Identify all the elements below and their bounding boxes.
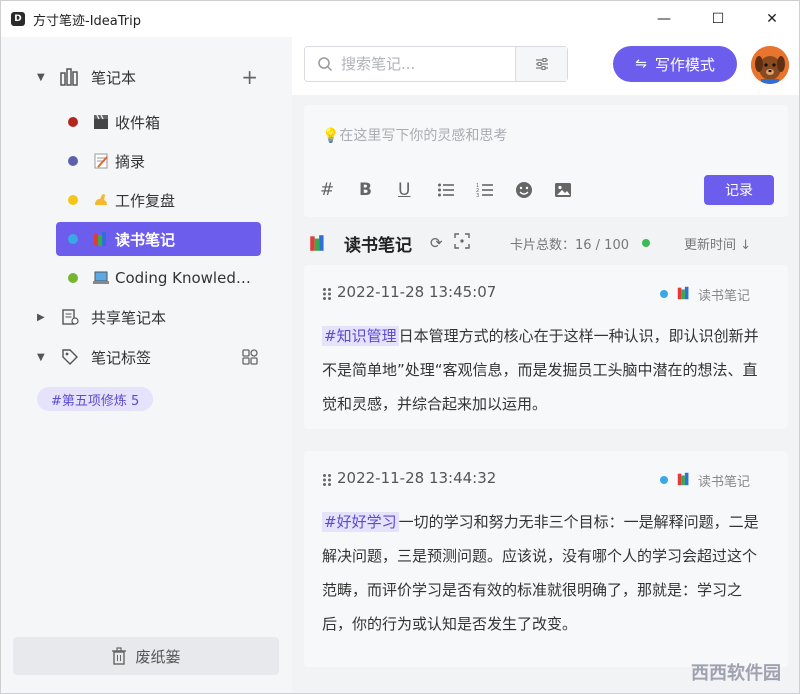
- tag-chip[interactable]: #第五项修炼 5: [37, 387, 154, 411]
- quick-note-editor[interactable]: 💡在这里写下你的灵感和思考 # B U 123 记录: [304, 105, 788, 217]
- refresh-icon[interactable]: ⟳: [430, 234, 443, 252]
- editor-placeholder[interactable]: 💡在这里写下你的灵感和思考: [322, 125, 507, 145]
- trash-label: 废纸篓: [135, 647, 181, 666]
- tags-label: 笔记标签: [91, 348, 152, 367]
- card-tag[interactable]: #知识管理: [322, 326, 399, 346]
- app-logo-icon: D: [11, 12, 25, 26]
- drag-handle-icon[interactable]: [322, 287, 332, 301]
- switch-arrows-icon: ⇋: [635, 56, 647, 72]
- notebook-header: 读书笔记 ⟳ 卡片总数：16 / 100 更新时间 ↓: [304, 223, 788, 263]
- underline-icon[interactable]: U: [398, 175, 437, 205]
- caret-right-icon[interactable]: ▶: [37, 312, 45, 323]
- notebook-label: 工作复盘: [115, 191, 176, 210]
- dog-avatar-icon: [751, 46, 789, 84]
- card-count: 卡片总数：16 / 100: [510, 237, 629, 253]
- notebook-color-dot: [660, 290, 668, 298]
- numbered-list-icon[interactable]: 123: [476, 175, 515, 205]
- drag-handle-icon[interactable]: [322, 473, 332, 487]
- notebook-item-excerpts[interactable]: 摘录: [56, 144, 261, 178]
- editor-toolbar: # B U 123: [320, 175, 593, 205]
- notebook-label: Coding Knowledge: [115, 269, 253, 287]
- card-tag[interactable]: #好好学习: [322, 512, 399, 532]
- title-bar: D 方寸笔迹-IdeaTrip — ☐ ✕: [1, 1, 799, 37]
- notebook-label: 收件箱: [115, 113, 161, 132]
- color-dot: [68, 156, 78, 166]
- svg-text:3: 3: [476, 193, 479, 198]
- color-dot: [68, 234, 78, 244]
- emoji-icon[interactable]: [515, 175, 554, 205]
- shared-notebooks-row[interactable]: ▶ 共享笔记本: [1, 300, 292, 334]
- books-icon: [677, 472, 689, 486]
- shared-notebook-icon: [59, 307, 81, 327]
- minimize-button[interactable]: —: [637, 1, 691, 37]
- card-content: #好好学习 一切的学习和努力无非三个目标：一是解释问题，二是解决问题，三是预测问题…: [322, 505, 768, 641]
- color-dot: [68, 273, 78, 283]
- search-input[interactable]: [341, 55, 501, 73]
- add-notebook-icon[interactable]: +: [241, 65, 258, 89]
- tags-section-header[interactable]: ▼ 笔记标签: [1, 340, 292, 374]
- sort-dropdown[interactable]: 更新时间 ↓: [684, 234, 751, 253]
- notebook-item-inbox[interactable]: 收件箱: [56, 105, 261, 139]
- tag-icon: [59, 347, 81, 367]
- image-icon[interactable]: [554, 175, 593, 205]
- caret-down-icon[interactable]: ▼: [37, 72, 45, 83]
- watermark: 西西软件园: [691, 663, 781, 684]
- expand-icon[interactable]: [454, 233, 470, 253]
- hashtag-icon[interactable]: #: [320, 175, 359, 205]
- books-icon: [677, 286, 689, 300]
- notebooks-section-header[interactable]: ▼ 笔记本 +: [1, 60, 292, 94]
- caret-down-icon[interactable]: ▼: [37, 352, 45, 363]
- card-timestamp: 2022-11-28 13:45:07: [337, 283, 497, 301]
- trash-icon: [112, 647, 127, 665]
- write-mode-button[interactable]: ⇋ 写作模式: [613, 46, 737, 82]
- notebook-color-dot: [660, 476, 668, 484]
- record-button[interactable]: 记录: [704, 175, 774, 205]
- trash-button[interactable]: 废纸篓: [13, 637, 279, 675]
- memo-icon: [94, 153, 108, 169]
- laptop-icon: [93, 271, 109, 284]
- notebook-item-coding-knowledge[interactable]: Coding Knowledge: [56, 261, 261, 295]
- tags-grid-icon[interactable]: [242, 349, 258, 365]
- flexed-arm-icon: [95, 194, 107, 205]
- card-timestamp: 2022-11-28 13:44:32: [337, 469, 497, 487]
- avatar[interactable]: [751, 46, 789, 84]
- bookshelf-icon: [59, 67, 81, 87]
- maximize-button[interactable]: ☐: [691, 1, 745, 37]
- search-icon: [318, 57, 333, 72]
- color-dot: [68, 195, 78, 205]
- card-notebook-label[interactable]: 读书笔记: [698, 285, 750, 304]
- notebook-label: 读书笔记: [115, 230, 176, 249]
- bullet-list-icon[interactable]: [437, 175, 476, 205]
- search-box: [304, 46, 568, 82]
- color-dot: [68, 117, 78, 127]
- card-notebook-label[interactable]: 读书笔记: [698, 471, 750, 490]
- sidebar: ▼ 笔记本 + 收件箱 摘录 工作复盘 读书笔记 Coding Knowledg…: [1, 37, 292, 693]
- notebook-label: 摘录: [115, 152, 146, 171]
- notebooks-label: 笔记本: [91, 68, 137, 87]
- close-button[interactable]: ✕: [745, 1, 799, 37]
- filter-button[interactable]: [515, 47, 567, 81]
- notebook-item-reading-notes[interactable]: 读书笔记: [56, 222, 261, 256]
- write-mode-label: 写作模式: [654, 55, 715, 74]
- books-icon: [310, 235, 324, 251]
- books-icon: [94, 232, 106, 246]
- sync-status-dot: [642, 239, 650, 247]
- note-card[interactable]: 2022-11-28 13:45:07 读书笔记 #知识管理 日本管理方式的核心在…: [304, 265, 788, 429]
- note-card[interactable]: 2022-11-28 13:44:32 读书笔记 #好好学习 一切的学习和努力无非…: [304, 451, 788, 667]
- clapperboard-icon: [94, 114, 108, 129]
- bold-icon[interactable]: B: [359, 175, 398, 205]
- main-panel: ⇋ 写作模式 💡在这里写下你的灵感和思考 # B U 123: [292, 37, 799, 693]
- app-window: D 方寸笔迹-IdeaTrip — ☐ ✕ ▼ 笔记本 + 收件箱 摘录 工作复…: [0, 0, 800, 694]
- notebook-item-work-review[interactable]: 工作复盘: [56, 183, 261, 217]
- window-controls: — ☐ ✕: [637, 1, 799, 37]
- notebook-title: 读书笔记: [344, 235, 412, 256]
- sliders-icon: [535, 58, 548, 70]
- card-content: #知识管理 日本管理方式的核心在于这样一种认识，即认识创新并不是简单地”处理“客观…: [322, 319, 768, 421]
- shared-notebooks-label: 共享笔记本: [91, 308, 167, 327]
- window-title: 方寸笔迹-IdeaTrip: [33, 13, 141, 29]
